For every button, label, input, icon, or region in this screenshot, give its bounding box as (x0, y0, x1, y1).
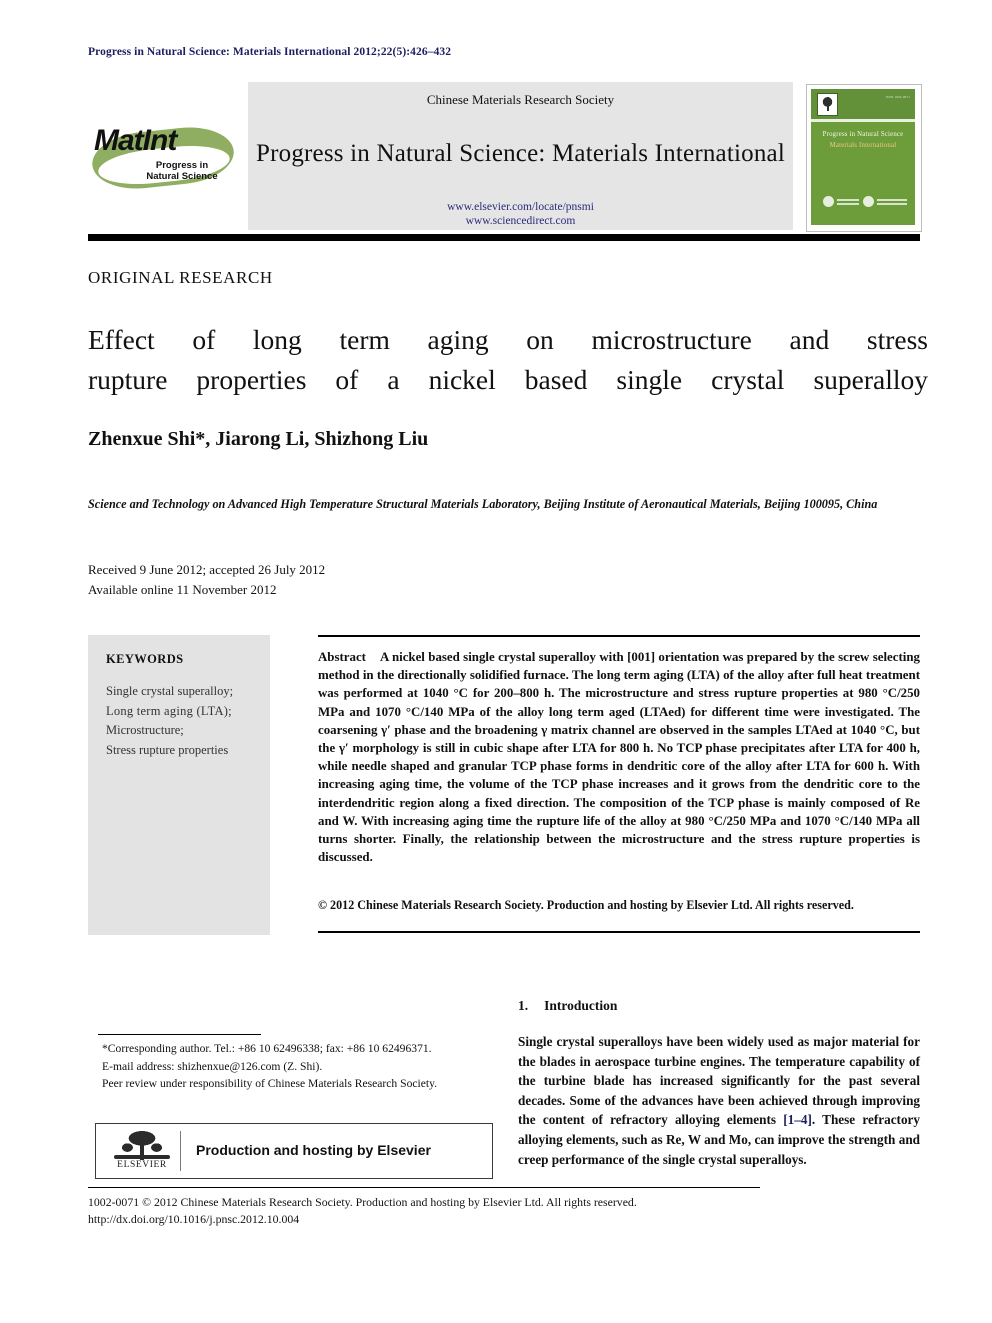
abstract-bottom-rule (318, 931, 920, 933)
cmrs-seal-icon (823, 196, 834, 207)
production-box-divider (180, 1131, 181, 1171)
cover-seals (811, 195, 915, 209)
abstract-label: Abstract (318, 650, 366, 664)
cover-issn: ISSN 1002-0071 (885, 95, 910, 99)
masthead-panel: Chinese Materials Research Society Progr… (248, 82, 793, 230)
affiliation: Science and Technology on Advanced High … (88, 497, 878, 511)
footnote-separator (98, 1034, 261, 1035)
link-elsevier-locate[interactable]: www.elsevier.com/locate/pnsmi (248, 200, 793, 214)
logo-wordmark: MatInt (94, 124, 177, 157)
link-sciencedirect[interactable]: www.sciencedirect.com (248, 214, 793, 228)
section-heading-introduction: 1. Introduction (518, 998, 617, 1014)
journal-title: Progress in Natural Science: Materials I… (256, 140, 785, 167)
corresponding-author-note: *Corresponding author. Tel.: +86 10 6249… (102, 1042, 432, 1055)
abstract-top-rule (318, 635, 920, 637)
section-number: 1. (518, 998, 529, 1013)
journal-urls: www.elsevier.com/locate/pnsmi www.scienc… (248, 200, 793, 228)
elsevier-tree-icon (817, 93, 838, 116)
logo-subtitle: Progress in Natural Science (132, 160, 232, 182)
abstract-text: A nickel based single crystal superalloy… (318, 650, 920, 865)
production-hosting-box: ELSEVIER Production and hosting by Elsev… (95, 1123, 493, 1179)
production-hosting-text: Production and hosting by Elsevier (196, 1142, 431, 1158)
title-line-1: Effect of long term aging on microstruct… (88, 324, 928, 355)
title-line-2: rupture properties of a nickel based sin… (88, 364, 928, 395)
abstract-block: Abstract A nickel based single crystal su… (318, 648, 920, 866)
peer-review-note: Peer review under responsibility of Chin… (102, 1077, 438, 1090)
available-online-date: Available online 11 November 2012 (88, 582, 277, 597)
keyword-item: Long term aging (LTA); (106, 703, 232, 718)
keywords-panel: KEYWORDS Single crystal superalloy; Long… (88, 635, 270, 935)
keywords-heading: KEYWORDS (106, 652, 184, 666)
cover-title-line2: Materials International (829, 142, 897, 149)
cover-artwork: ISSN 1002-0071 Progress in Natural Scien… (811, 89, 915, 225)
cover-title-line1: Progress in Natural Science (822, 131, 904, 138)
society-name: Chinese Materials Research Society (426, 92, 615, 107)
email-note: E-mail address: shizhenxue@126.com (Z. S… (102, 1059, 323, 1073)
page-footer-copyright: 1002-0071 © 2012 Chinese Materials Resea… (88, 1195, 637, 1209)
cover-divider (811, 119, 915, 122)
keyword-item: Microstructure; (106, 723, 184, 737)
keywords-list: Single crystal superalloy; Long term agi… (106, 682, 256, 760)
section-title: Introduction (544, 998, 618, 1013)
masthead-bottom-rule (88, 234, 920, 241)
introduction-paragraph: Single crystal superalloys have been wid… (518, 1032, 920, 1169)
article-type-label: ORIGINAL RESEARCH (88, 268, 273, 287)
keyword-item: Stress rupture properties (106, 742, 229, 757)
page-footer-rule (88, 1187, 760, 1188)
keyword-item: Single crystal superalloy; (106, 684, 234, 698)
paper-page: Progress in Natural Science: Materials I… (0, 0, 992, 1323)
author-list: Zhenxue Shi*, Jiarong Li, Shizhong Liu (88, 428, 429, 450)
page-footer: 1002-0071 © 2012 Chinese Materials Resea… (88, 1194, 848, 1228)
partner-seal-icon (863, 196, 874, 207)
page-title: Effect of long term aging on microstruct… (88, 320, 928, 400)
cmrs-seal-label (837, 199, 859, 201)
elsevier-logo-baseline (114, 1155, 170, 1159)
elsevier-wordmark: ELSEVIER (117, 1160, 167, 1170)
tree-glyph (821, 97, 834, 111)
partner-seal-label (877, 199, 907, 201)
logo-subtitle-line1: Progress in (155, 160, 209, 171)
received-accepted-date: Received 9 June 2012; accepted 26 July 2… (88, 562, 326, 577)
publication-dates: Received 9 June 2012; accepted 26 July 2… (88, 560, 588, 600)
citation-link-1-4[interactable]: [1–4] (783, 1112, 812, 1127)
running-head: Progress in Natural Science: Materials I… (88, 46, 452, 58)
logo-subtitle-line2: Natural Science (146, 171, 218, 182)
journal-cover-thumbnail: ISSN 1002-0071 Progress in Natural Scien… (806, 84, 922, 232)
elsevier-logo: ELSEVIER (110, 1128, 174, 1174)
page-footer-doi[interactable]: http://dx.doi.org/10.1016/j.pnsc.2012.10… (88, 1211, 848, 1228)
footnote-block: *Corresponding author. Tel.: +86 10 6249… (88, 1040, 488, 1093)
journal-masthead: MatInt Progress in Natural Science Chine… (88, 82, 922, 232)
abstract-copyright: © 2012 Chinese Materials Research Societ… (318, 898, 854, 912)
matint-logo: MatInt Progress in Natural Science (88, 102, 240, 198)
